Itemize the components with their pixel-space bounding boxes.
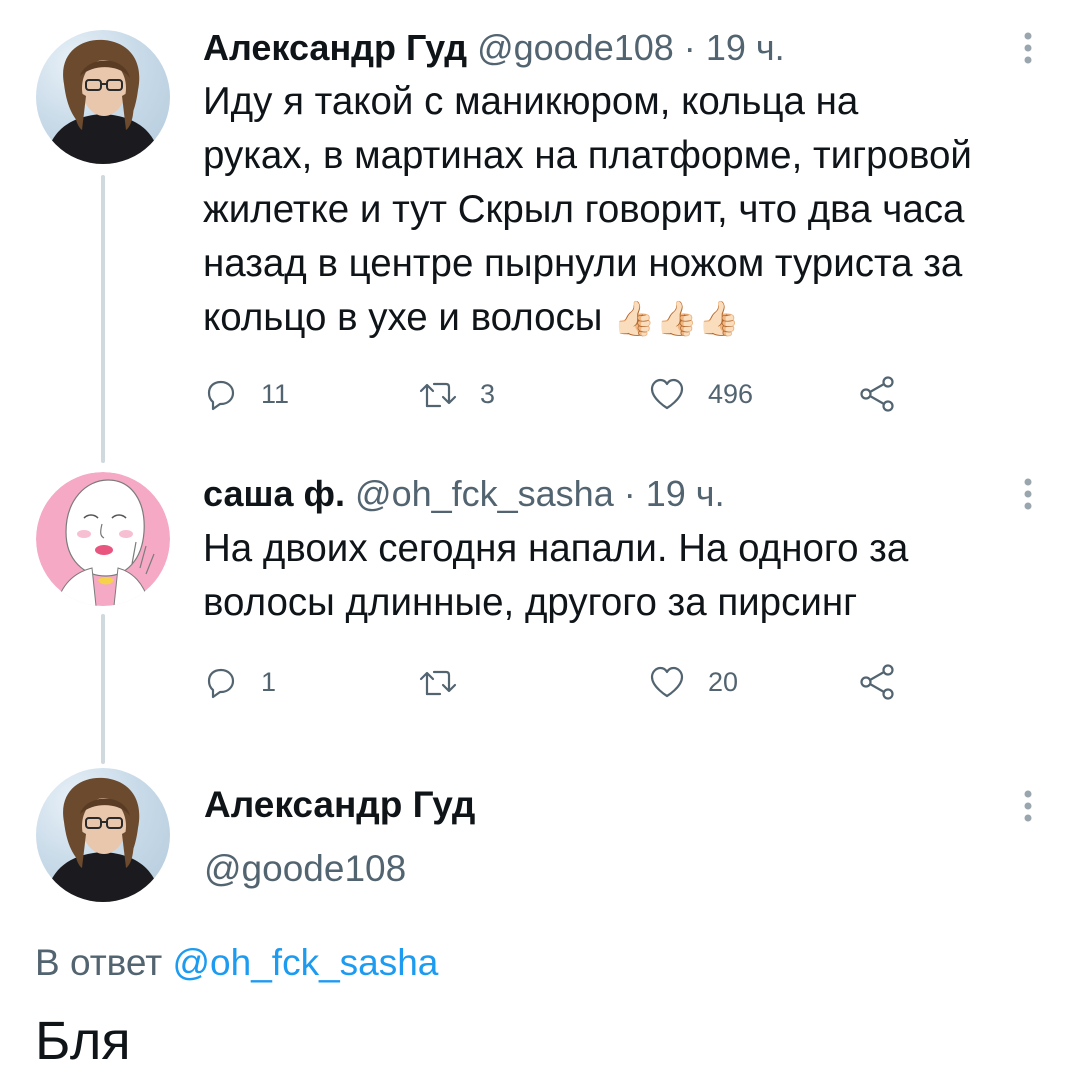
- reply-prefix: В ответ: [35, 942, 163, 983]
- tweet-text-line: кольцо в ухе и волосы 👍🏻👍🏻👍🏻: [203, 291, 1063, 346]
- tweet-text-line: волосы длинные, другого за пирсинг: [203, 581, 858, 624]
- author-name[interactable]: Александр Гуд: [203, 27, 467, 68]
- heart-icon: [648, 664, 686, 700]
- more-vertical-icon[interactable]: [1018, 788, 1038, 828]
- share-button[interactable]: [857, 662, 897, 702]
- reply-count: 11: [261, 378, 290, 409]
- thread-line: [101, 175, 105, 463]
- thread-line: [101, 614, 105, 764]
- reply-button[interactable]: 1: [203, 662, 276, 702]
- share-button[interactable]: [857, 374, 897, 414]
- tweet-text: Иду я такой с маникюром, кольца на руках…: [203, 75, 1063, 346]
- tweet-text-line: руках, в мартинах на платформе, тигровой: [203, 134, 972, 177]
- author-name[interactable]: Александр Гуд: [204, 784, 475, 826]
- avatar-illustration: [36, 472, 170, 606]
- retweet-button[interactable]: 3: [418, 374, 495, 414]
- avatar[interactable]: [36, 768, 170, 902]
- replying-to: В ответ @oh_fck_sasha: [35, 942, 438, 984]
- author-handle[interactable]: @goode108: [204, 848, 406, 890]
- main-tweet-text: Бля: [35, 1011, 131, 1071]
- separator-dot: ·: [683, 27, 696, 68]
- retweet-count: 3: [480, 378, 496, 409]
- tweet-text-line: жилетке и тут Скрыл говорит, что два час…: [203, 188, 965, 231]
- tweet-text-line: назад в центре пырнули ножом туриста за: [203, 242, 963, 285]
- more-vertical-icon[interactable]: [1018, 476, 1038, 516]
- like-count: 496: [708, 378, 754, 409]
- share-icon: [857, 663, 897, 701]
- retweet-button[interactable]: [418, 662, 480, 702]
- tweet-text-line: Иду я такой с маникюром, кольца на: [203, 80, 859, 123]
- like-button[interactable]: 20: [648, 662, 738, 702]
- avatar-photo: [44, 39, 162, 164]
- reply-icon: [203, 376, 239, 412]
- tweet-text-line: На двоих сегодня напали. На одного за: [203, 527, 909, 570]
- tweet-text: На двоих сегодня напали. На одного за во…: [203, 522, 1063, 630]
- reply-count: 1: [261, 666, 277, 697]
- author-handle[interactable]: @goode108: [477, 27, 674, 68]
- retweet-icon: [418, 376, 458, 412]
- like-count: 20: [708, 666, 739, 697]
- like-button[interactable]: 496: [648, 374, 753, 414]
- tweet-actions: 1 20: [203, 662, 903, 702]
- avatar-photo: [44, 777, 162, 902]
- heart-icon: [648, 376, 686, 412]
- reply-icon: [203, 664, 239, 700]
- tweet-header: Александр Гуд @goode108 · 19 ч.: [203, 27, 785, 69]
- share-icon: [857, 375, 897, 413]
- avatar[interactable]: [36, 472, 170, 606]
- separator-dot: ·: [623, 473, 636, 514]
- retweet-icon: [418, 664, 458, 700]
- more-vertical-icon[interactable]: [1018, 30, 1038, 70]
- tweet-time[interactable]: 19 ч.: [706, 27, 785, 68]
- tweet-actions: 11 3 496: [203, 374, 903, 414]
- author-handle[interactable]: @oh_fck_sasha: [355, 473, 614, 514]
- tweet-text-segment: кольцо в ухе и волосы: [203, 296, 603, 339]
- tweet-header: саша ф. @oh_fck_sasha · 19 ч.: [203, 473, 725, 515]
- reply-handle-link[interactable]: @oh_fck_sasha: [173, 942, 439, 983]
- tweet-time[interactable]: 19 ч.: [646, 473, 725, 514]
- author-name[interactable]: саша ф.: [203, 473, 345, 514]
- avatar[interactable]: [36, 30, 170, 164]
- thumbs-up-emoji: 👍🏻👍🏻👍🏻: [613, 300, 741, 338]
- reply-button[interactable]: 11: [203, 374, 289, 414]
